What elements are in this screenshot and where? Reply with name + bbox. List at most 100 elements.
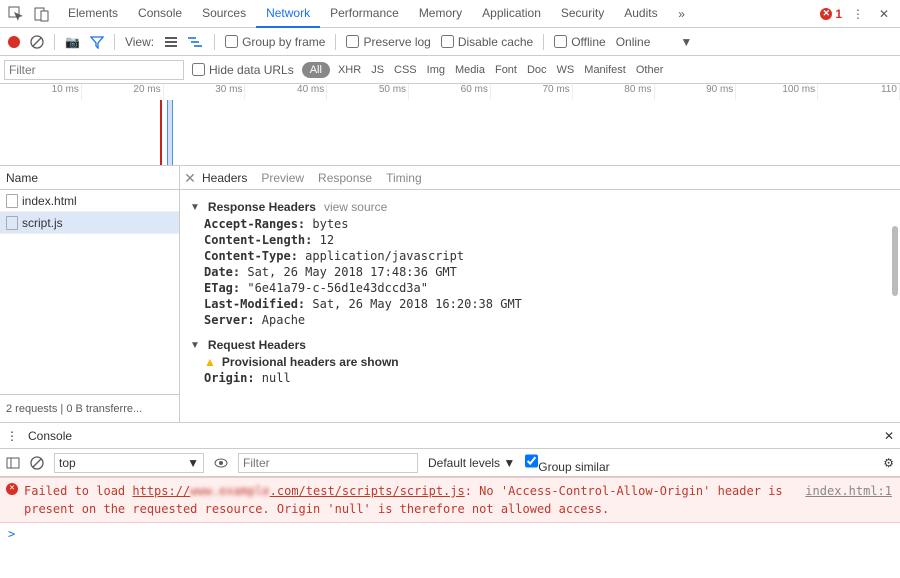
timeline-load-marker xyxy=(160,100,162,165)
console-prompt[interactable]: > xyxy=(0,523,900,545)
timeline-tick: 100 ms xyxy=(736,84,818,100)
console-drawer: ⋮ Console ✕ top▼ Default levels ▼ Group … xyxy=(0,422,900,545)
large-rows-icon[interactable] xyxy=(164,35,178,49)
filter-input[interactable] xyxy=(4,60,184,80)
console-error-message[interactable]: ✕ index.html:1 Failed to load https://ww… xyxy=(0,477,900,523)
disable-cache-checkbox[interactable]: Disable cache xyxy=(441,35,533,49)
filter-toggle-icon[interactable] xyxy=(90,35,104,49)
detail-tab-response[interactable]: Response xyxy=(318,167,372,189)
detail-tabs: Headers Preview Response Timing xyxy=(180,166,900,190)
error-count: 1 xyxy=(835,7,842,21)
separator xyxy=(335,34,336,50)
request-row[interactable]: index.html xyxy=(0,190,179,212)
separator xyxy=(214,34,215,50)
close-devtools-icon[interactable]: ✕ xyxy=(872,2,896,26)
console-sidebar-icon[interactable] xyxy=(6,456,20,470)
tab-performance[interactable]: Performance xyxy=(320,0,409,28)
capture-screenshot-icon[interactable]: 📷 xyxy=(65,35,80,49)
header-line: ETag: "6e41a79-c-56d1e43dccd3a" xyxy=(190,280,890,296)
view-source-link[interactable]: view source xyxy=(324,200,387,214)
waterfall-icon[interactable] xyxy=(188,36,204,48)
filter-type-doc[interactable]: Doc xyxy=(527,64,547,76)
group-similar-checkbox[interactable]: Group similar xyxy=(525,451,609,474)
error-url-link[interactable]: https://www.example.com/test/scripts/scr… xyxy=(132,484,464,498)
tab-network[interactable]: Network xyxy=(256,0,320,28)
record-button[interactable] xyxy=(8,36,20,48)
tab-application[interactable]: Application xyxy=(472,0,551,28)
tab-memory[interactable]: Memory xyxy=(409,0,472,28)
file-icon xyxy=(6,194,18,208)
filter-type-ws[interactable]: WS xyxy=(557,64,575,76)
filter-type-all[interactable]: All xyxy=(302,62,330,78)
clear-console-icon[interactable] xyxy=(30,456,44,470)
more-menu-icon[interactable]: ⋮ xyxy=(846,2,870,26)
header-line: Accept-Ranges: bytes xyxy=(190,216,890,232)
network-toolbar: 📷 View: Group by frame Preserve log Disa… xyxy=(0,28,900,56)
console-settings-icon[interactable]: ⚙ xyxy=(883,456,894,470)
tab-sources[interactable]: Sources xyxy=(192,0,256,28)
filter-type-css[interactable]: CSS xyxy=(394,64,417,76)
scrollbar[interactable] xyxy=(892,226,898,296)
network-timeline[interactable]: 10 ms20 ms30 ms40 ms50 ms60 ms70 ms80 ms… xyxy=(0,84,900,166)
more-tabs-icon[interactable]: » xyxy=(670,2,694,26)
error-badge[interactable]: ✕1 xyxy=(820,7,842,21)
close-detail-icon[interactable]: ✕ xyxy=(182,170,198,186)
timeline-tick: 80 ms xyxy=(573,84,655,100)
hide-data-urls-checkbox[interactable]: Hide data URLs xyxy=(192,63,294,77)
inspect-element-icon[interactable] xyxy=(4,2,28,26)
separator xyxy=(543,34,544,50)
log-levels-select[interactable]: Default levels ▼ xyxy=(428,456,515,470)
detail-tab-timing[interactable]: Timing xyxy=(386,167,422,189)
chevron-down-icon: ▼ xyxy=(680,35,692,49)
timeline-tick: 90 ms xyxy=(655,84,737,100)
detail-tab-headers[interactable]: Headers xyxy=(202,167,247,189)
filter-type-xhr[interactable]: XHR xyxy=(338,64,361,76)
group-by-frame-checkbox[interactable]: Group by frame xyxy=(225,35,325,49)
execution-context-select[interactable]: top▼ xyxy=(54,453,204,473)
request-headers-section[interactable]: ▼ Request Headers xyxy=(190,336,890,354)
provisional-headers-warning: ▲ Provisional headers are shown xyxy=(190,354,890,370)
header-line: Last-Modified: Sat, 26 May 2018 16:20:38… xyxy=(190,296,890,312)
filter-type-manifest[interactable]: Manifest xyxy=(584,64,626,76)
filter-type-media[interactable]: Media xyxy=(455,64,485,76)
tab-elements[interactable]: Elements xyxy=(58,0,128,28)
error-icon: ✕ xyxy=(820,8,832,20)
error-icon: ✕ xyxy=(6,483,18,495)
filter-type-other[interactable]: Other xyxy=(636,64,664,76)
request-row[interactable]: script.js xyxy=(0,212,179,234)
separator xyxy=(54,34,55,50)
tab-audits[interactable]: Audits xyxy=(614,0,667,28)
clear-icon[interactable] xyxy=(30,35,44,49)
error-location-link[interactable]: index.html:1 xyxy=(805,482,892,500)
throttle-select[interactable]: Online xyxy=(616,35,651,49)
tab-console[interactable]: Console xyxy=(128,0,192,28)
request-detail-panel: ✕ Headers Preview Response Timing ▼ Respons… xyxy=(180,166,900,422)
view-label: View: xyxy=(125,35,154,49)
timeline-tick: 40 ms xyxy=(245,84,327,100)
response-headers-section[interactable]: ▼ Response Headers view source xyxy=(190,198,890,216)
filter-type-img[interactable]: Img xyxy=(427,64,445,76)
header-line: Server: Apache xyxy=(190,312,890,328)
eye-icon[interactable] xyxy=(214,456,228,470)
filter-type-font[interactable]: Font xyxy=(495,64,517,76)
console-filter-input[interactable] xyxy=(238,453,418,473)
separator xyxy=(114,34,115,50)
filter-type-js[interactable]: JS xyxy=(371,64,384,76)
offline-checkbox[interactable]: Offline xyxy=(554,35,605,49)
devtools-tab-strip: ElementsConsoleSourcesNetworkPerformance… xyxy=(0,0,900,28)
name-column-header[interactable]: Name xyxy=(0,166,179,190)
console-tab[interactable]: Console xyxy=(28,429,72,443)
requests-status: 2 requests | 0 B transferre... xyxy=(0,394,179,422)
requests-name-column: Name index.htmlscript.js 2 requests | 0 … xyxy=(0,166,180,422)
network-main: Name index.htmlscript.js 2 requests | 0 … xyxy=(0,166,900,422)
header-line: Content-Type: application/javascript xyxy=(190,248,890,264)
drawer-menu-icon[interactable]: ⋮ xyxy=(6,429,18,443)
timeline-tick: 10 ms xyxy=(0,84,82,100)
detail-tab-preview[interactable]: Preview xyxy=(261,167,304,189)
close-drawer-icon[interactable]: ✕ xyxy=(884,429,894,443)
preserve-log-checkbox[interactable]: Preserve log xyxy=(346,35,430,49)
timeline-tick: 50 ms xyxy=(327,84,409,100)
tab-security[interactable]: Security xyxy=(551,0,614,28)
chevron-down-icon: ▼ xyxy=(187,456,199,470)
device-toolbar-icon[interactable] xyxy=(30,2,54,26)
